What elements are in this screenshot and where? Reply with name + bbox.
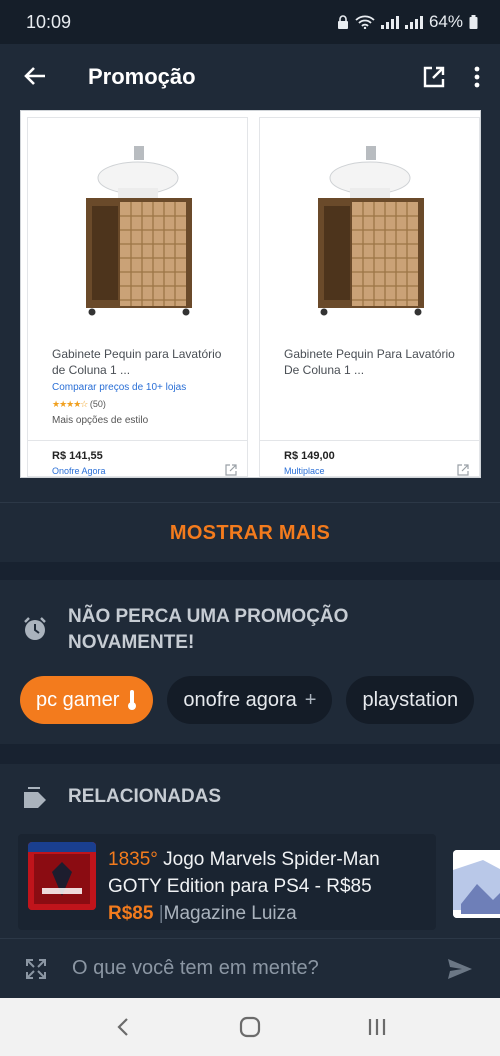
product-store: Onofre Agora [52, 466, 106, 476]
alert-section: NÃO PERCA UMA PROMOÇÃO NOVAMENTE! pc gam… [0, 580, 500, 744]
thermometer-icon [128, 690, 137, 710]
signal-icon [380, 15, 399, 29]
product-card: Gabinete Pequin Para Lavatório De Coluna… [259, 117, 480, 477]
status-icons: 64% [337, 12, 478, 32]
deal-thumbnail [28, 842, 96, 910]
game-cover-image [453, 850, 500, 918]
related-deal-card[interactable]: 1835° Jogo Marvels Spider-Man GOTY Editi… [18, 834, 436, 930]
show-more-button[interactable]: MOSTRAR MAIS [0, 504, 500, 562]
section-separator [0, 562, 500, 580]
chip-onofre-agora[interactable]: onofre agora + [167, 676, 333, 724]
divider [0, 502, 500, 503]
plus-icon: + [304, 688, 317, 711]
deal-temperature: 1835° [108, 849, 158, 870]
lock-icon [337, 15, 348, 29]
product-title: Gabinete Pequin Para Lavatório De Coluna… [284, 347, 455, 377]
open-external-button[interactable] [422, 65, 446, 89]
nav-home-button[interactable] [230, 1007, 270, 1047]
chevron-left-icon [117, 1018, 129, 1036]
alert-title: NÃO PERCA UMA PROMOÇÃO NOVAMENTE! [68, 606, 349, 653]
status-bar: 10:09 64% [0, 0, 500, 44]
review-count: (50) [89, 399, 106, 409]
star-icon: ★★★★☆ [52, 399, 88, 409]
section-separator [0, 744, 500, 764]
product-title: Gabinete Pequin para Lavatório de Coluna… [52, 347, 222, 377]
external-link-icon [457, 464, 469, 476]
system-nav-bar [0, 998, 500, 1056]
related-deal-card-next[interactable] [453, 850, 500, 918]
send-icon [448, 958, 472, 979]
more-styles: Mais opções de estilo [52, 415, 149, 426]
deal-text: 1835° Jogo Marvels Spider-Man GOTY Editi… [108, 846, 428, 927]
app-bar: Promoção [0, 44, 500, 110]
sink-cabinet-image [318, 146, 424, 316]
compare-prices-link: Comparar preços de 10+ lojas [52, 382, 187, 393]
home-icon [239, 1016, 261, 1038]
nav-recents-button[interactable] [357, 1007, 397, 1047]
product-card: Gabinete Pequin para Lavatório de Coluna… [27, 117, 248, 477]
comment-composer: O que você tem em mente? [0, 938, 500, 998]
deal-store: Magazine Luiza [163, 903, 297, 924]
product-price: R$ 141,55 [52, 450, 103, 462]
chip-label: onofre agora [183, 688, 297, 711]
more-options-button[interactable] [474, 66, 480, 88]
chip-label: playstation [362, 688, 459, 711]
product-rating: ★★★★☆ (50) [52, 399, 106, 410]
alarm-clock-icon [24, 617, 46, 640]
battery-icon [469, 15, 478, 29]
comment-input[interactable]: O que você tem em mente? [72, 957, 420, 980]
send-button[interactable] [420, 958, 500, 980]
back-button[interactable] [0, 61, 70, 93]
divider [260, 440, 479, 441]
divider [28, 440, 247, 441]
nav-back-button[interactable] [103, 1007, 143, 1047]
recents-icon [368, 1019, 385, 1035]
alert-chips: pc gamer onofre agora + playstation [20, 676, 475, 724]
deal-price: R$85 [108, 903, 154, 924]
arrow-left-icon [24, 67, 45, 85]
related-section: RELACIONADAS 1835° Jogo Marvels Spider-M… [0, 764, 500, 936]
deal-image[interactable]: Gabinete Pequin para Lavatório de Coluna… [20, 110, 481, 478]
page-title: Promoção [88, 64, 196, 89]
product-price: R$ 149,00 [284, 450, 335, 462]
expand-button[interactable] [0, 958, 72, 980]
signal-icon-2 [404, 15, 423, 29]
product-store: Multiplace [284, 466, 325, 476]
chip-pc-gamer[interactable]: pc gamer [20, 676, 154, 724]
chip-label: pc gamer [36, 688, 120, 711]
battery-level: 64% [428, 12, 463, 31]
tag-icon [24, 787, 46, 808]
expand-icon [26, 958, 46, 979]
sink-cabinet-image [86, 146, 192, 316]
wifi-icon [355, 15, 375, 29]
chip-playstation[interactable]: playstation [346, 676, 475, 724]
external-link-icon [225, 464, 237, 476]
related-title: RELACIONADAS [68, 786, 222, 807]
status-time: 10:09 [26, 11, 72, 32]
game-cover-image [28, 842, 96, 910]
